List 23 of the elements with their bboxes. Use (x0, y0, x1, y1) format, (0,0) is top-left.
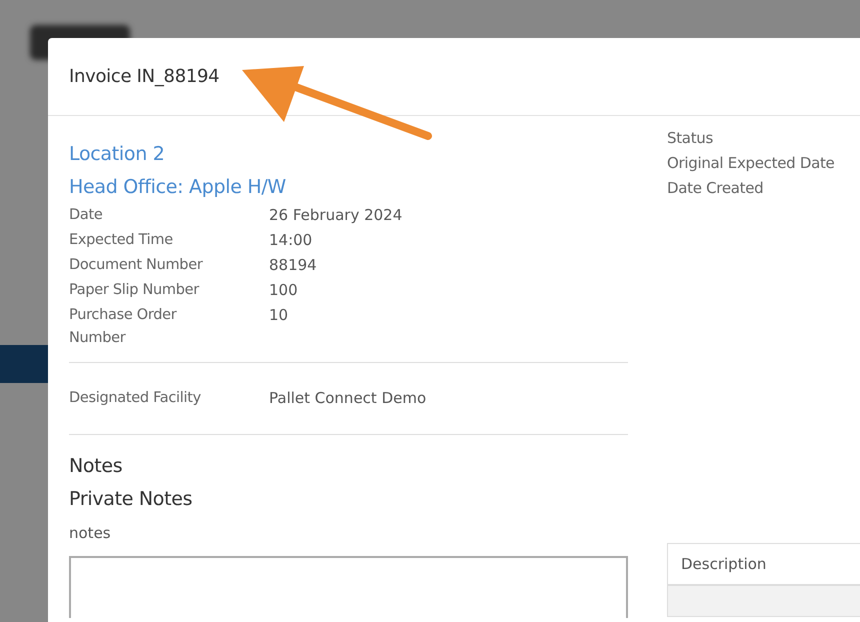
detail-value: 10 (269, 305, 290, 326)
head-office-link[interactable]: Head Office: Apple H/W (69, 171, 628, 204)
status-label: Date Created (667, 178, 764, 199)
column-header: Description (681, 555, 766, 573)
dialog-title: Invoice IN_88194 (69, 66, 220, 87)
facility-label: Designated Facility (69, 389, 202, 408)
status-label: Original Expected Date (667, 153, 836, 174)
notes-heading: Notes (69, 455, 124, 477)
detail-label: Purchase Order Number (69, 306, 178, 348)
detail-label: Paper Slip Number (69, 281, 200, 300)
private-notes-heading: Private Notes (69, 488, 194, 510)
detail-value: 100 (269, 280, 299, 301)
notes-upload-area[interactable] (69, 556, 628, 618)
detail-label: Date (69, 206, 104, 225)
detail-value: 26 February 2024 (269, 205, 404, 226)
detail-value: 88194 (269, 255, 318, 276)
detail-label: Document Number (69, 256, 204, 275)
facility-value: Pallet Connect Demo (269, 388, 428, 409)
detail-label: Expected Time (69, 231, 174, 250)
notes-label: notes (69, 524, 112, 542)
location-link[interactable]: Location 2 (69, 138, 628, 171)
detail-value: 14:00 (269, 230, 314, 251)
status-label: Status (667, 128, 714, 149)
